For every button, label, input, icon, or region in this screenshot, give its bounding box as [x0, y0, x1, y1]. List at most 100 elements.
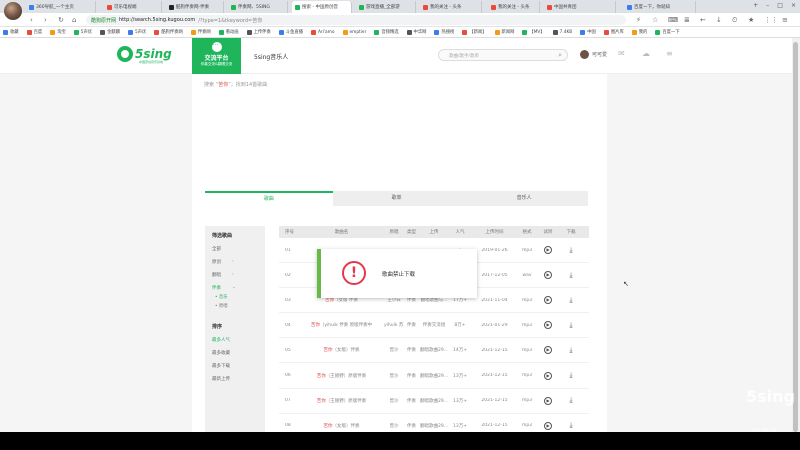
- reader-icon[interactable]: ≣: [684, 16, 690, 24]
- extension-icon[interactable]: ⚡: [636, 16, 641, 24]
- site-search-input[interactable]: 歌曲/歌手/歌单 ⌕: [438, 49, 568, 61]
- row-song-title[interactable]: 苦你（女版）伴奏: [299, 423, 384, 429]
- filter-cover[interactable]: 翻唱 ›: [205, 265, 265, 278]
- close-window-button[interactable]: ×: [791, 2, 796, 9]
- bookmark-item[interactable]: 中国: [580, 29, 596, 35]
- table-row[interactable]: 08 苦你（女版）伴奏 曾沙 伴奏 翻唱歌曲29... 13万+ 2021-12-15 mp3…: [279, 414, 589, 432]
- hamburger-menu-icon[interactable]: ≡: [666, 49, 673, 58]
- history-icon[interactable]: ⏲: [732, 16, 737, 25]
- row-uploader[interactable]: 翻唱歌曲与...: [419, 297, 449, 303]
- bookmark-item[interactable]: 5声优: [128, 29, 146, 35]
- bookmark-item[interactable]: 看动画: [218, 29, 239, 35]
- browser-tab[interactable]: 伴奏网、5SING: [228, 1, 288, 13]
- bookmark-item[interactable]: 【新闻】: [462, 29, 487, 35]
- bookmark-item[interactable]: 金麒麟: [100, 29, 120, 35]
- row-original-singer[interactable]: yihuik 苏...: [384, 322, 404, 328]
- bookmark-item[interactable]: 【MV】: [522, 29, 545, 35]
- new-tab-button[interactable]: +: [753, 2, 758, 9]
- play-icon[interactable]: ▶: [544, 246, 552, 255]
- bookmark-item[interactable]: 伴奏网: [190, 29, 211, 35]
- row-song-title[interactable]: 苦你（女版 伴奏: [299, 297, 384, 303]
- filter-all[interactable]: 全部: [205, 239, 265, 252]
- bookmark-item[interactable]: 图片库: [603, 29, 624, 35]
- filter-sub-original[interactable]: • 原唱: [205, 300, 265, 309]
- row-original-singer[interactable]: 王小白: [384, 297, 404, 303]
- menu-icon[interactable]: ≡: [782, 16, 788, 24]
- browser-tab[interactable]: 酷狗伴奏网-伴奏: [166, 1, 224, 13]
- browser-tab[interactable]: 我的关注 - 头条: [420, 1, 482, 13]
- row-original-singer[interactable]: 曾沙: [384, 347, 404, 353]
- star-icon[interactable]: ☆: [652, 16, 658, 24]
- sort-favorites[interactable]: 最多收藏: [205, 343, 265, 356]
- browser-tab[interactable]: 可乐电视端: [104, 1, 162, 13]
- download-icon[interactable]: ⤓: [569, 322, 572, 329]
- mail-icon[interactable]: ✉: [618, 49, 625, 58]
- reload-icon[interactable]: ↻: [58, 16, 64, 24]
- bookmark-item[interactable]: 收藏: [3, 29, 19, 35]
- tab-musicians[interactable]: 音乐人: [460, 191, 588, 206]
- row-song-title[interactable]: 苦你（yihuik 伴奏 原版伴奏中: [299, 322, 384, 328]
- filter-sub-music[interactable]: • 音乐: [205, 291, 265, 300]
- download-icon[interactable]: ⤓: [569, 422, 572, 429]
- download-icon[interactable]: ⤓: [569, 247, 572, 254]
- download-blocked-dialog[interactable]: ! 歌曲禁止下载: [317, 249, 477, 298]
- page-scrollbar[interactable]: [792, 38, 800, 432]
- download-icon[interactable]: ⤓: [569, 297, 572, 304]
- bookmark-item[interactable]: 淘宝: [50, 29, 66, 35]
- play-icon[interactable]: ▶: [544, 296, 552, 305]
- upload-cloud-icon[interactable]: ☁: [642, 49, 650, 58]
- download-icon[interactable]: ⤓: [569, 272, 572, 279]
- row-uploader[interactable]: 翻唱歌曲29...: [419, 373, 449, 379]
- bookmark-item[interactable]: 酷狗伴奏网: [154, 29, 183, 35]
- table-row[interactable]: 04苦你（yihuik 伴奏 原版伴奏中yihuik 苏...伴奏伴奏交流组8万…: [279, 313, 589, 339]
- url-field[interactable]: 酷狗原开网 http://search.5sing.kugou.com/?typ…: [86, 15, 626, 25]
- back-icon[interactable]: ‹: [30, 16, 33, 24]
- browser-profile-avatar[interactable]: [4, 2, 22, 20]
- filter-original[interactable]: 原创 ›: [205, 252, 265, 265]
- bookmark-item[interactable]: 百度一下: [655, 29, 680, 35]
- download-icon[interactable]: ⤓: [569, 397, 572, 404]
- bookmark-item[interactable]: 中华网: [406, 29, 426, 35]
- bookmark-item[interactable]: 百度: [26, 29, 42, 35]
- row-uploader[interactable]: 翻唱歌曲29...: [419, 347, 449, 353]
- row-song-title[interactable]: 苦你（女版）伴奏: [299, 347, 384, 353]
- bookmark-item[interactable]: 新闻网: [494, 29, 514, 35]
- bookmark-item[interactable]: 音频精选: [374, 29, 399, 35]
- row-song-title[interactable]: 苦你（王赫野）原版伴奏: [299, 373, 384, 379]
- row-original-singer[interactable]: 曾沙: [384, 423, 404, 429]
- row-uploader[interactable]: 翻唱歌曲29...: [419, 423, 449, 429]
- play-icon[interactable]: ▶: [544, 271, 552, 280]
- translate-icon[interactable]: ⌨: [668, 16, 678, 24]
- back-nav-icon[interactable]: ←: [700, 16, 706, 24]
- promo-banner[interactable]: 交流平台 伴奏交流&翻唱交流: [192, 38, 241, 74]
- maximize-button[interactable]: □: [777, 2, 783, 9]
- apps-icon[interactable]: ⋮⋮: [764, 16, 778, 24]
- browser-tab[interactable]: 中国共青团: [544, 1, 616, 13]
- download-icon[interactable]: ⤓: [569, 347, 572, 354]
- download-icon[interactable]: ⤓: [569, 372, 572, 379]
- row-original-singer[interactable]: 曾沙: [384, 373, 404, 379]
- user-menu[interactable]: 可可爱: [580, 50, 607, 59]
- table-row[interactable]: 06 苦你（王赫野）原版伴奏 曾沙 伴奏 翻唱歌曲29... 13万+ 2021-12-15…: [279, 363, 589, 389]
- search-icon[interactable]: ⌕: [558, 51, 562, 60]
- row-uploader[interactable]: 伴奏交流组: [419, 322, 449, 328]
- bookmark-item[interactable]: 热搜榜: [434, 29, 454, 35]
- forward-icon[interactable]: ›: [44, 16, 47, 24]
- bookmark-item[interactable]: emptier: [342, 29, 366, 35]
- tab-playlists[interactable]: 歌单: [333, 191, 461, 206]
- tab-songs[interactable]: 歌曲: [205, 191, 333, 206]
- bookmark-item[interactable]: 上传伴奏: [246, 29, 271, 35]
- browser-tab[interactable]: 游戏直播_全部游: [356, 1, 416, 13]
- scrollbar-thumb[interactable]: [793, 42, 798, 432]
- row-original-singer[interactable]: 曾沙: [384, 398, 404, 404]
- play-icon[interactable]: ▶: [544, 321, 552, 330]
- bookmark-item[interactable]: 5声优: [73, 29, 92, 35]
- play-icon[interactable]: ▶: [544, 396, 552, 405]
- bookmark-star-icon[interactable]: ★: [748, 16, 754, 24]
- browser-tab[interactable]: 搜索 - 中国原创音: [292, 1, 352, 13]
- sort-popular[interactable]: 最多人气: [205, 330, 265, 343]
- bookmark-item[interactable]: Ari'amo: [310, 29, 335, 35]
- row-song-title[interactable]: 苦你（王赫野）原版伴奏: [299, 398, 384, 404]
- browser-tab[interactable]: 我的关注 - 头条: [488, 1, 540, 13]
- sort-downloads[interactable]: 最多下载: [205, 356, 265, 369]
